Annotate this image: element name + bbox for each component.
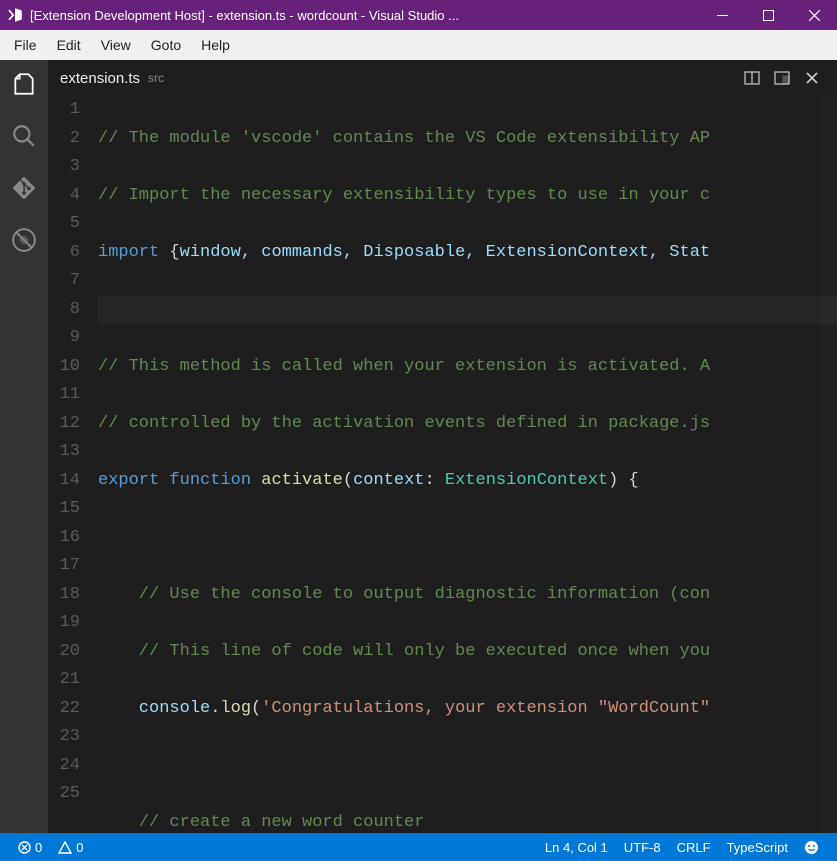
line-number: 1 [48,96,80,125]
app-icon [0,6,30,24]
line-number: 22 [48,695,80,724]
editor-tabbar: extension.ts src [48,60,837,96]
feedback-icon[interactable] [796,840,827,855]
tab-filename[interactable]: extension.ts [60,70,140,87]
status-encoding[interactable]: UTF-8 [616,840,669,855]
line-number: 15 [48,495,80,524]
debug-icon[interactable] [10,226,38,254]
errors-count: 0 [35,840,42,855]
window-title: [Extension Development Host] - extension… [30,8,699,23]
line-number: 10 [48,353,80,382]
line-number: 11 [48,381,80,410]
line-number: 4 [48,182,80,211]
activity-bar [0,60,48,833]
menu-edit[interactable]: Edit [47,30,91,60]
status-warnings[interactable]: 0 [50,840,91,855]
code-content[interactable]: // The module 'vscode' contains the VS C… [98,96,837,833]
minimize-button[interactable] [699,0,745,30]
status-cursor[interactable]: Ln 4, Col 1 [537,840,616,855]
minimap[interactable] [819,96,837,833]
line-number: 17 [48,552,80,581]
line-number: 3 [48,153,80,182]
line-number: 5 [48,210,80,239]
menu-file[interactable]: File [4,30,47,60]
menu-goto[interactable]: Goto [141,30,191,60]
line-number: 16 [48,524,80,553]
line-number: 2 [48,125,80,154]
line-number: 25 [48,780,80,809]
line-number: 20 [48,638,80,667]
line-number: 23 [48,723,80,752]
window-titlebar: [Extension Development Host] - extension… [0,0,837,30]
status-bar: 0 0 Ln 4, Col 1 UTF-8 CRLF TypeScript [0,833,837,861]
maximize-button[interactable] [745,0,791,30]
line-number: 14 [48,467,80,496]
line-number: 9 [48,324,80,353]
window-controls [699,0,837,30]
explorer-icon[interactable] [10,70,38,98]
line-number: 18 [48,581,80,610]
search-icon[interactable] [10,122,38,150]
line-number: 7 [48,267,80,296]
line-gutter: 1 2 3 4 5 6 7 8 9 10 11 12 13 14 15 16 1… [48,96,98,833]
menu-view[interactable]: View [91,30,141,60]
close-button[interactable] [791,0,837,30]
status-errors[interactable]: 0 [10,840,50,855]
line-number: 24 [48,752,80,781]
menubar: File Edit View Goto Help [0,30,837,60]
git-icon[interactable] [10,174,38,202]
more-actions-icon[interactable] [769,65,795,91]
status-language[interactable]: TypeScript [719,840,796,855]
menu-help[interactable]: Help [191,30,240,60]
close-tab-icon[interactable] [799,65,825,91]
line-number: 13 [48,438,80,467]
editor-area: extension.ts src 1 2 3 4 5 6 7 8 [48,60,837,833]
split-editor-icon[interactable] [739,65,765,91]
status-eol[interactable]: CRLF [669,840,719,855]
line-number: 19 [48,609,80,638]
code-editor[interactable]: 1 2 3 4 5 6 7 8 9 10 11 12 13 14 15 16 1… [48,96,837,833]
tab-folder: src [148,71,164,85]
warnings-count: 0 [76,840,83,855]
line-number: 21 [48,666,80,695]
line-number: 8 [48,296,80,325]
line-number: 12 [48,410,80,439]
line-number: 6 [48,239,80,268]
